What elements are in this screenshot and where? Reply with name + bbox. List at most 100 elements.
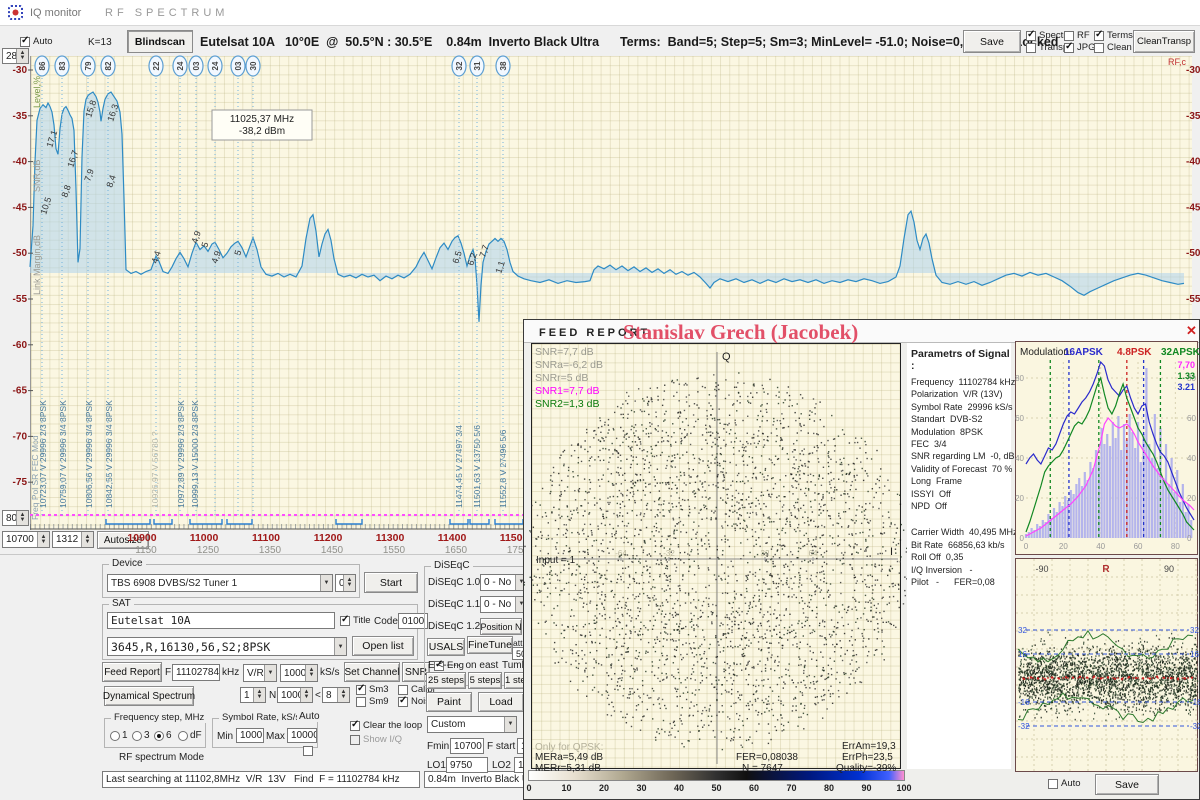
- svg-text:-75: -75: [13, 477, 28, 488]
- n-points-label: N = 7647: [742, 763, 783, 774]
- radio-step-1[interactable]: 1: [110, 730, 128, 741]
- colorbar-tick: 0: [526, 783, 532, 793]
- svg-text:60: 60: [1015, 414, 1024, 423]
- finetune-button[interactable]: FineTune: [467, 636, 513, 654]
- min-label: Min: [217, 731, 234, 742]
- open-list-button[interactable]: Open list: [352, 636, 414, 656]
- svg-text:-45: -45: [13, 202, 28, 213]
- level-top-spinner[interactable]: 28 ▲ ▼: [2, 48, 29, 64]
- svg-text:-65: -65: [13, 386, 28, 397]
- fmin-field[interactable]: 10700: [450, 738, 484, 754]
- colorbar-tick: 40: [673, 783, 684, 793]
- rf-checkbox[interactable]: RF: [1064, 30, 1090, 41]
- n2-spinner[interactable]: 1000 ▲ ▼: [277, 687, 313, 703]
- svg-text:11200: 11200: [314, 532, 343, 544]
- sm9-checkbox[interactable]: Sm9: [356, 696, 389, 707]
- modulation-chart: 0 020 2040 4060 6080 800 20 40 60 80Modulation:16…: [1015, 341, 1200, 555]
- terms-checkbox[interactable]: Terms: [1094, 29, 1133, 41]
- colorbar-tick: 90: [861, 783, 872, 793]
- jpg-checkbox[interactable]: JPG: [1064, 41, 1095, 53]
- symbolrate-spinner[interactable]: 1000 ▲ ▼: [280, 664, 318, 682]
- svg-text:40: 40: [1096, 542, 1105, 551]
- auto-checkbox[interactable]: Auto: [20, 35, 53, 47]
- auto-sr-checkbox[interactable]: [303, 746, 313, 756]
- svg-text:20: 20: [1015, 494, 1024, 503]
- steps-5-button[interactable]: 5 steps: [468, 672, 502, 689]
- save-spectrum-button[interactable]: Save: [963, 30, 1021, 53]
- frequency-field[interactable]: 11102784: [172, 664, 220, 681]
- position-n-button[interactable]: Position N: [480, 618, 522, 635]
- svg-text:40: 40: [1187, 454, 1196, 463]
- svg-text:0: 0: [1024, 542, 1029, 551]
- svg-text:32APSK: 32APSK: [1161, 347, 1200, 358]
- n-label: N: [269, 690, 277, 701]
- feed-report-window: FEED REPORT Stanislav Grech (Jacobek) ✕ …: [523, 319, 1200, 800]
- east-label: E <----- on east: [428, 660, 499, 671]
- tuner-index-spinner[interactable]: 0 ▲ ▼: [335, 574, 356, 592]
- cleantransp-button[interactable]: CleanTransp: [1133, 30, 1195, 53]
- lo1-field[interactable]: 9750: [446, 757, 488, 773]
- start-button[interactable]: Start: [364, 572, 418, 593]
- usals-button[interactable]: USALS: [427, 638, 465, 656]
- lo1-label: LO1: [427, 760, 446, 771]
- diseqc12-label: DiSEqC 1.2: [428, 621, 481, 632]
- custom-dropdown[interactable]: Custom ▼: [427, 716, 517, 733]
- diseqc10-dropdown[interactable]: 0 - No ▼: [480, 574, 528, 591]
- code-label: Code: [374, 616, 398, 627]
- radio-step-df[interactable]: dF: [178, 730, 202, 741]
- load-button[interactable]: Load: [478, 692, 524, 712]
- set-channel-button[interactable]: Set Channel: [344, 662, 400, 682]
- feed-report-button[interactable]: Feed Report: [102, 662, 162, 682]
- tuner-dropdown[interactable]: TBS 6908 DVBS/S2 Tuner 1 ▼: [107, 574, 333, 592]
- dynamical-spectrum-button[interactable]: Dynamical Spectrum: [103, 686, 195, 706]
- fstart-label: F start: [487, 741, 516, 752]
- radio-step-3[interactable]: 3: [132, 730, 150, 741]
- diseqc11-dropdown[interactable]: 0 - No ▼: [480, 596, 528, 613]
- ksps-label: kS/s: [320, 667, 340, 678]
- snr-line: SNR2=1,3 dB: [535, 398, 600, 410]
- svg-text:80: 80: [1015, 374, 1024, 383]
- errph-label: ErrPh=23,5: [842, 752, 893, 763]
- steps-25-button[interactable]: 25 steps: [426, 672, 466, 689]
- clear-loop-checkbox[interactable]: Clear the loop: [350, 719, 422, 731]
- colorbar-tick: 60: [748, 783, 759, 793]
- svg-text:20: 20: [1059, 542, 1068, 551]
- app-mode-title: RF SPECTRUM: [105, 7, 229, 19]
- channel-dropdown[interactable]: 3645,R,16130,56,S2;8PSK ▼: [107, 637, 347, 656]
- clean-checkbox[interactable]: Clean: [1094, 42, 1132, 53]
- autosize-button[interactable]: Autosize: [97, 531, 149, 549]
- feed-auto-checkbox[interactable]: Auto: [1048, 778, 1081, 789]
- radio-step-6[interactable]: 6: [154, 730, 172, 741]
- sat-name-field[interactable]: Eutelsat 10A: [107, 612, 335, 629]
- app-window: IQ monitor RF SPECTRUM Auto K=13 Blindsc…: [0, 0, 1200, 800]
- svg-text:0: 0: [1187, 534, 1192, 543]
- close-icon[interactable]: ✕: [1186, 323, 1197, 339]
- min-field[interactable]: 1000: [236, 728, 264, 743]
- max-field[interactable]: 10000: [287, 728, 317, 743]
- colorbar-tick: 100: [896, 783, 912, 793]
- paint-button[interactable]: Paint: [426, 692, 472, 712]
- merr-label: MERr=5,31 dB: [535, 763, 601, 774]
- title-checkbox[interactable]: Title: [340, 614, 371, 626]
- show-iq-checkbox[interactable]: Show I/Q: [350, 734, 402, 745]
- n3-spinner[interactable]: 8 ▲ ▼: [322, 687, 350, 703]
- start-freq-spinner[interactable]: 10700 ▲ ▼: [2, 531, 50, 548]
- svg-text:1.33: 1.33: [1177, 371, 1195, 381]
- svg-text:-64: -64: [615, 549, 627, 558]
- span-spinner[interactable]: 1312 ▲ ▼: [52, 531, 94, 548]
- svg-text:4.8PSK: 4.8PSK: [1117, 347, 1152, 358]
- diseqc10-label: DiSEqC 1.0: [428, 577, 481, 588]
- level-bottom-spinner[interactable]: 80 ▲ ▼: [2, 510, 29, 526]
- feed-save-button[interactable]: Save: [1095, 774, 1159, 795]
- polarization-dropdown[interactable]: V/R ▼: [243, 664, 277, 682]
- dish-field: 0.84m Inverto Black Ultra: [424, 771, 530, 788]
- sm3-checkbox[interactable]: Sm3: [356, 683, 389, 695]
- rf-corner-label: RF,c: [1168, 57, 1186, 67]
- blindscan-button[interactable]: Blindscan: [127, 30, 193, 53]
- n1-spinner[interactable]: 1 ▲ ▼: [240, 687, 266, 703]
- spectr-checkbox[interactable]: Spectr: [1026, 29, 1066, 41]
- params-block2: Carrier Width 40,495 MHz Bit Rate 66856,6…: [911, 527, 1018, 588]
- colorbar-tick: 30: [636, 783, 647, 793]
- phase-error-chart: 32 3216 16-16 -16-32 -32-90 R 90: [1015, 558, 1200, 773]
- svg-text:-55: -55: [13, 294, 28, 305]
